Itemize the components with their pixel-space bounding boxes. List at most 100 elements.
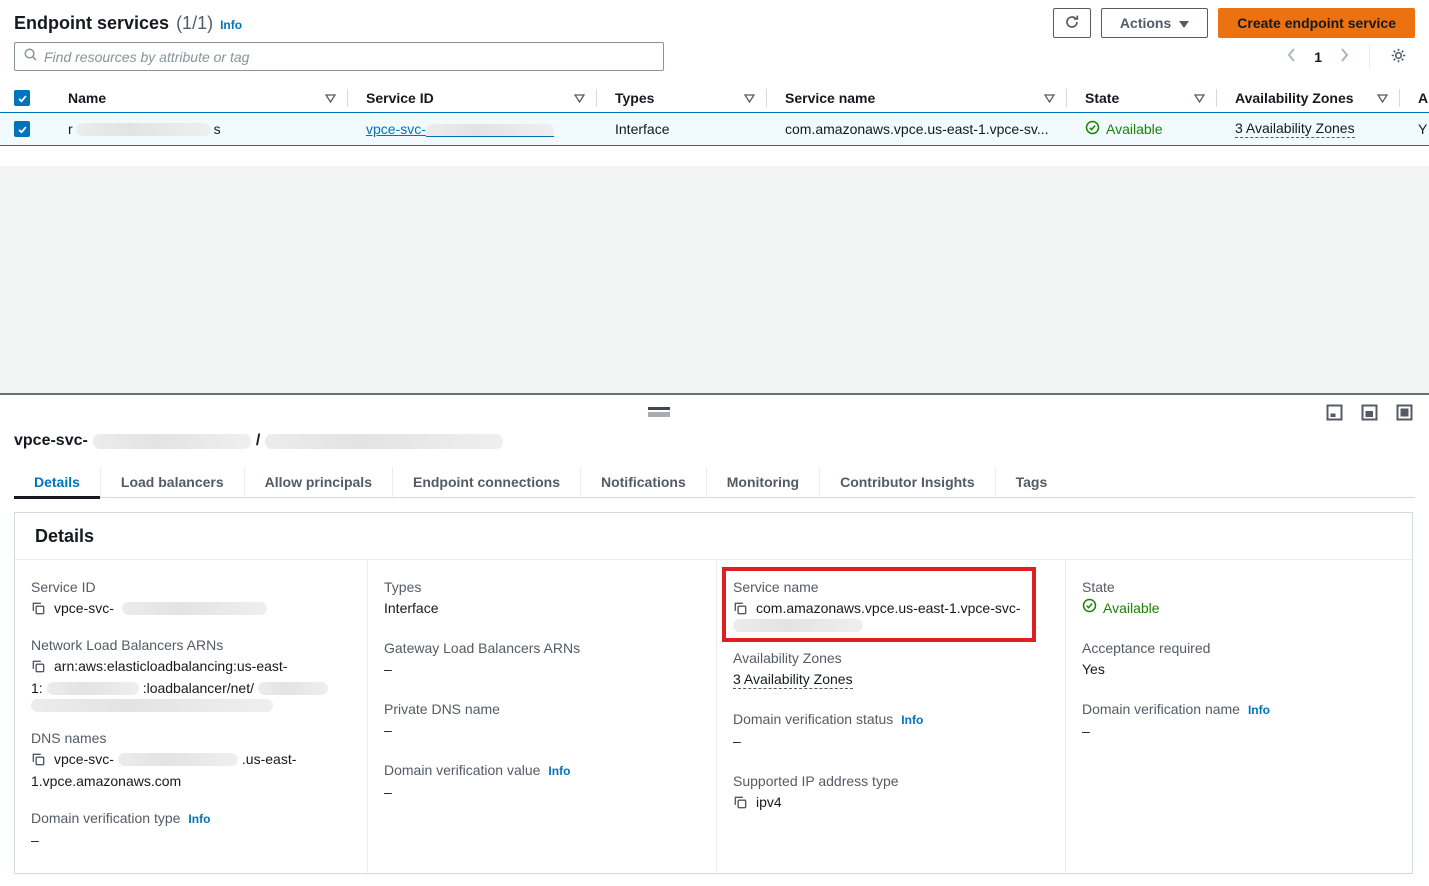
copy-icon[interactable]	[31, 752, 46, 767]
tab-tags[interactable]: Tags	[995, 467, 1068, 497]
service-id-link[interactable]: vpce-svc-	[366, 121, 554, 137]
field-types: Types Interface	[384, 577, 696, 619]
row-checkbox[interactable]	[14, 121, 30, 137]
field-dns-names: DNS names vpce-svc- .us-east- 1.vpce.ama…	[31, 728, 347, 792]
cell-name: r s	[50, 113, 348, 145]
next-page-button[interactable]	[1332, 44, 1357, 69]
redacted-text	[93, 434, 251, 449]
details-column-4: State Available Acceptance required	[1065, 560, 1412, 873]
pagination-divider	[1369, 45, 1370, 69]
detail-tabs: Details Load balancers Allow principals …	[14, 467, 1415, 498]
field-gateway-lb-arns: Gateway Load Balancers ARNs –	[384, 638, 696, 680]
column-header-service-name[interactable]: Service name	[767, 84, 1067, 112]
filter-icon[interactable]	[744, 94, 755, 103]
refresh-icon	[1064, 14, 1080, 33]
field-acceptance-required: Acceptance required Yes	[1082, 638, 1392, 680]
current-page-number[interactable]: 1	[1308, 49, 1328, 65]
field-availability-zones: Availability Zones 3 Availability Zones	[733, 648, 1045, 690]
next-page-icon	[1340, 48, 1349, 65]
copy-icon[interactable]	[733, 601, 748, 616]
resource-count: (1/1)	[176, 13, 213, 34]
details-card-heading: Details	[15, 513, 1412, 560]
split-panel-collapse-button[interactable]	[1326, 404, 1343, 424]
split-panel-controls	[1326, 404, 1413, 424]
table-settings-button[interactable]	[1382, 43, 1415, 71]
redacted-text	[118, 753, 238, 766]
column-header-acceptance-clipped[interactable]: A	[1400, 84, 1429, 112]
field-domain-verification-value: Domain verification value Info –	[384, 760, 696, 803]
info-link[interactable]: Info	[1248, 700, 1270, 720]
redacted-text	[733, 619, 863, 632]
create-endpoint-service-button[interactable]: Create endpoint service	[1218, 8, 1415, 38]
tab-notifications[interactable]: Notifications	[580, 467, 706, 497]
prev-page-button[interactable]	[1279, 44, 1304, 69]
filter-icon[interactable]	[1044, 94, 1055, 103]
copy-icon[interactable]	[733, 795, 748, 810]
refresh-button[interactable]	[1053, 8, 1091, 38]
filter-icon[interactable]	[325, 94, 336, 103]
split-panel-title: vpce-svc- /	[14, 432, 503, 450]
status-available-icon	[1085, 120, 1100, 138]
field-domain-verification-name: Domain verification name Info –	[1082, 699, 1392, 742]
tab-details[interactable]: Details	[14, 467, 100, 497]
cell-availability-zones: 3 Availability Zones	[1217, 113, 1400, 145]
list-header: Endpoint services (1/1) Info Actions	[14, 8, 1415, 38]
availability-zones-popover[interactable]: 3 Availability Zones	[1235, 120, 1355, 138]
filter-icon[interactable]	[1194, 94, 1205, 103]
column-header-state[interactable]: State	[1067, 84, 1217, 112]
field-domain-verification-type: Domain verification type Info –	[31, 808, 347, 851]
tab-monitoring[interactable]: Monitoring	[706, 467, 819, 497]
filter-icon[interactable]	[574, 94, 585, 103]
column-header-name[interactable]: Name	[50, 84, 348, 112]
details-column-2: Types Interface Gateway Load Balancers A…	[367, 560, 716, 873]
details-card-body: Service ID vpce-svc- Network Load Balanc…	[15, 560, 1412, 873]
cell-acceptance-clipped: Y	[1400, 113, 1429, 145]
split-panel-half-button[interactable]	[1361, 404, 1378, 424]
actions-caret-icon	[1179, 15, 1189, 31]
header-actions: Actions Create endpoint service	[1053, 8, 1415, 38]
select-all-checkbox[interactable]	[14, 90, 30, 106]
search-input[interactable]	[44, 49, 655, 65]
row-select-cell	[0, 113, 50, 145]
field-service-id: Service ID vpce-svc-	[31, 577, 347, 619]
tab-contributor-insights[interactable]: Contributor Insights	[819, 467, 995, 497]
info-link[interactable]: Info	[220, 18, 242, 32]
tab-allow-principals[interactable]: Allow principals	[244, 467, 392, 497]
availability-zones-popover[interactable]: 3 Availability Zones	[733, 671, 853, 689]
search-box[interactable]	[14, 42, 664, 71]
filter-icon[interactable]	[1377, 94, 1388, 103]
split-panel-half-icon	[1361, 404, 1378, 424]
tab-endpoint-connections[interactable]: Endpoint connections	[392, 467, 580, 497]
title-group: Endpoint services (1/1) Info	[14, 13, 242, 34]
info-link[interactable]: Info	[188, 809, 210, 829]
page-title: Endpoint services	[14, 13, 169, 34]
column-header-availability-zones[interactable]: Availability Zones	[1217, 84, 1400, 112]
column-header-service-id[interactable]: Service ID	[348, 84, 597, 112]
redacted-text	[122, 602, 267, 615]
column-header-types[interactable]: Types	[597, 84, 767, 112]
tab-load-balancers[interactable]: Load balancers	[100, 467, 244, 497]
select-all-cell	[0, 84, 50, 112]
state-badge: Available	[1103, 597, 1160, 619]
cell-service-name: com.amazonaws.vpce.us-east-1.vpce-sv...	[767, 113, 1067, 145]
copy-icon[interactable]	[31, 601, 46, 616]
redacted-text	[47, 682, 139, 695]
field-private-dns-name: Private DNS name –	[384, 699, 696, 741]
table-row[interactable]: r s vpce-svc- Interface com.amazonaws.vp…	[0, 112, 1429, 146]
info-link[interactable]: Info	[548, 761, 570, 781]
cell-service-id: vpce-svc-	[348, 113, 597, 145]
info-link[interactable]: Info	[901, 710, 923, 730]
field-service-name: Service name com.amazonaws.vpce.us-east-…	[733, 577, 1045, 632]
copy-icon[interactable]	[31, 659, 46, 674]
drag-handle-icon[interactable]	[648, 407, 670, 417]
split-panel-full-icon	[1396, 404, 1413, 424]
actions-button[interactable]: Actions	[1101, 8, 1208, 38]
cell-state: Available	[1067, 113, 1217, 145]
endpoint-services-page: Endpoint services (1/1) Info Actions	[0, 0, 1429, 886]
redacted-text	[258, 682, 328, 695]
state-badge: Available	[1106, 121, 1163, 137]
split-panel-full-button[interactable]	[1396, 404, 1413, 424]
field-network-lb-arns: Network Load Balancers ARNs arn:aws:elas…	[31, 635, 347, 712]
split-panel: vpce-svc- / Details Load balancers Allow…	[0, 393, 1429, 886]
endpoint-services-table: Name Service ID Types Service name State…	[0, 84, 1429, 146]
